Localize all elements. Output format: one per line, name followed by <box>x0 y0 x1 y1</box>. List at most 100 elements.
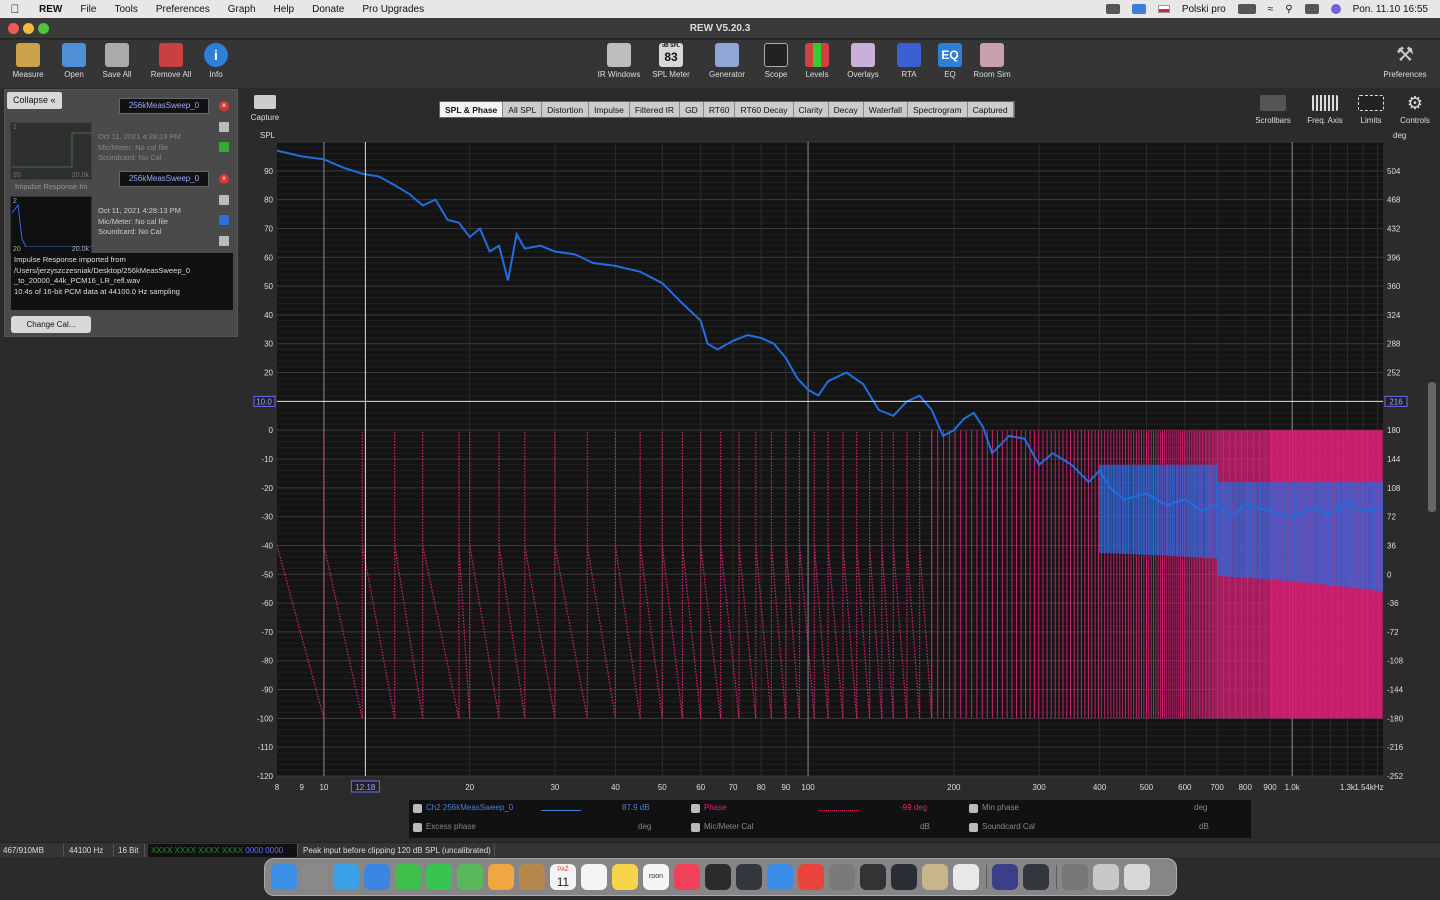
menu-pro-upgrades[interactable]: Pro Upgrades <box>353 4 433 15</box>
app-store-icon[interactable] <box>767 864 793 890</box>
mail-icon[interactable] <box>364 864 390 890</box>
tab-clarity[interactable]: Clarity <box>794 102 829 117</box>
downloads-stack-icon[interactable] <box>1062 864 1088 890</box>
instruments-icon-2[interactable] <box>1023 864 1049 890</box>
notes-icon[interactable] <box>219 236 229 246</box>
launchpad-icon[interactable] <box>302 864 328 890</box>
room-sim-button[interactable]: Room Sim <box>966 43 1018 79</box>
measurement-date: Oct 11, 2021 4:28:13 PM <box>98 132 181 141</box>
tab-waterfall[interactable]: Waterfall <box>864 102 908 117</box>
photo-booth-icon[interactable] <box>922 864 948 890</box>
measurement-thumbnail[interactable]: 1 20 20.0k <box>10 122 92 180</box>
menu-donate[interactable]: Donate <box>303 4 353 15</box>
instruments-icon[interactable] <box>736 864 762 890</box>
battery-icon[interactable] <box>1237 4 1256 14</box>
tab-rt60[interactable]: RT60 <box>704 102 736 117</box>
info-button[interactable]: i Info <box>190 43 242 79</box>
menu-graph[interactable]: Graph <box>219 4 265 15</box>
apple-menu-icon[interactable]:  <box>0 2 30 16</box>
calendar-icon[interactable]: PAŹ 11 <box>550 864 576 890</box>
legend-checkbox-min-phase[interactable] <box>969 804 978 813</box>
contacts-icon[interactable] <box>519 864 545 890</box>
scrollbars-button[interactable]: Scrollbars <box>1247 95 1299 125</box>
photos-icon[interactable] <box>488 864 514 890</box>
trash-icon[interactable] <box>1124 864 1150 890</box>
save-measurement-icon[interactable] <box>219 195 229 205</box>
legend-checkbox-phase[interactable] <box>691 804 700 813</box>
music-icon[interactable] <box>674 864 700 890</box>
preferences-button[interactable]: ⚒ Preferences <box>1378 43 1432 79</box>
change-cal-button[interactable]: Change Cal... <box>11 316 91 333</box>
spotlight-icon[interactable]: ⚲ <box>1285 4 1292 15</box>
measurement-thumbnail[interactable]: 2 20 20.0k <box>10 196 92 254</box>
color-pen-icon[interactable] <box>219 215 229 225</box>
tab-gd[interactable]: GD <box>680 102 704 117</box>
tab-captured[interactable]: Captured <box>968 102 1014 117</box>
spl-meter-button[interactable]: dB SPL 83 SPL Meter <box>645 43 697 79</box>
control-center-icon[interactable] <box>1304 4 1319 14</box>
menu-tools[interactable]: Tools <box>105 4 146 15</box>
measurement-name-1[interactable]: 256kMeasSweep_0 <box>119 98 209 114</box>
finder-icon[interactable] <box>271 864 297 890</box>
legend-checkbox-spl[interactable] <box>413 804 422 813</box>
legend-checkbox-mic-cal[interactable] <box>691 823 700 832</box>
tab-impulse[interactable]: Impulse <box>589 102 630 117</box>
measurement-item-2[interactable]: 2 20 20.0k Oct 11, 2021 4:28:13 PM Mic/M… <box>9 195 235 259</box>
remove-measurement-icon[interactable]: × <box>219 174 229 184</box>
legend-checkbox-excess-phase[interactable] <box>413 823 422 832</box>
input-source[interactable]: Polski pro <box>1182 4 1226 15</box>
network-status-icon[interactable] <box>1131 4 1146 14</box>
minimize-window-icon[interactable] <box>23 23 34 34</box>
tab-decay[interactable]: Decay <box>829 102 864 117</box>
rew-icon[interactable] <box>992 864 1018 890</box>
menu-app-name[interactable]: REW <box>30 4 71 15</box>
controls-button[interactable]: ⚙ Controls <box>1389 94 1440 125</box>
menu-help[interactable]: Help <box>265 4 304 15</box>
menu-file[interactable]: File <box>71 4 105 15</box>
tab-rt60-decay[interactable]: RT60 Decay <box>735 102 794 117</box>
legend-checkbox-soundcard-cal[interactable] <box>969 823 978 832</box>
measurement-name-2[interactable]: 256kMeasSweep_0 <box>119 171 209 187</box>
creative-cloud-icon[interactable] <box>1105 4 1120 14</box>
save-all-button[interactable]: Save All <box>91 43 143 79</box>
tab-distortion[interactable]: Distortion <box>542 102 590 117</box>
safari-icon[interactable] <box>333 864 359 890</box>
spl-phase-graph[interactable]: SPL deg 90 50480 46870 43260 39650 36040 32430… <box>248 128 1438 798</box>
documents-stack-icon[interactable] <box>1093 864 1119 890</box>
notes-icon[interactable] <box>612 864 638 890</box>
remove-measurement-icon[interactable]: × <box>219 101 229 111</box>
generator-button[interactable]: Generator <box>701 43 753 79</box>
system-preferences-icon[interactable] <box>829 864 855 890</box>
save-measurement-icon[interactable] <box>219 122 229 132</box>
freq-axis-button[interactable]: Freq. Axis <box>1299 95 1351 125</box>
tab-spectrogram[interactable]: Spectrogram <box>908 102 968 117</box>
airport-utility-icon[interactable] <box>891 864 917 890</box>
audio-midi-icon[interactable] <box>860 864 886 890</box>
levels-button[interactable]: Levels <box>791 43 843 79</box>
menu-clock[interactable]: Pon. 11.10 16:55 <box>1353 4 1428 15</box>
capture-button[interactable]: Capture <box>249 95 281 122</box>
facetime-icon[interactable] <box>395 864 421 890</box>
menu-preferences[interactable]: Preferences <box>147 4 219 15</box>
tab-spl-phase[interactable]: SPL & Phase <box>440 102 504 117</box>
tab-filtered-ir[interactable]: Filtered IR <box>630 102 681 117</box>
acrobat-icon[interactable] <box>953 864 979 890</box>
graph-scrollbar-thumb[interactable] <box>1428 382 1436 512</box>
reminders-icon[interactable] <box>581 864 607 890</box>
wifi-icon[interactable]: ≈ <box>1268 4 1274 15</box>
measurement-notes[interactable]: Impulse Response imported from /Users/je… <box>11 253 233 310</box>
ir-windows-button[interactable]: IR Windows <box>593 43 645 79</box>
close-window-icon[interactable] <box>8 23 19 34</box>
siri-icon[interactable] <box>1330 4 1341 14</box>
flashcard-icon[interactable] <box>798 864 824 890</box>
messages-icon[interactable] <box>426 864 452 890</box>
roon-icon[interactable]: roon <box>643 864 669 890</box>
color-pen-icon[interactable] <box>219 142 229 152</box>
measure-button[interactable]: Measure <box>2 43 54 79</box>
overlays-button[interactable]: Overlays <box>837 43 889 79</box>
tab-all-spl[interactable]: All SPL <box>503 102 543 117</box>
collapse-button[interactable]: Collapse « <box>7 92 62 109</box>
disk-utility-icon[interactable] <box>705 864 731 890</box>
maps-icon[interactable] <box>457 864 483 890</box>
zoom-window-icon[interactable] <box>38 23 49 34</box>
